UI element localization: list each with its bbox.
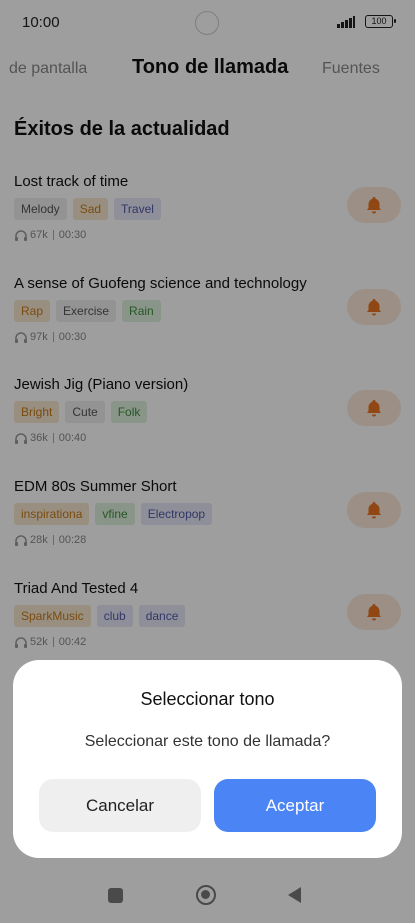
dialog-message: Seleccionar este tono de llamada? [84, 733, 331, 750]
confirm-dialog: Seleccionar tono Seleccionar este tono d… [13, 660, 402, 858]
home-icon[interactable] [196, 885, 216, 905]
cancel-button[interactable]: Cancelar [39, 779, 201, 832]
dialog-title: Seleccionar tono [140, 689, 275, 709]
back-icon[interactable] [288, 887, 301, 903]
system-nav-bar [0, 870, 415, 920]
recents-icon[interactable] [108, 888, 123, 903]
accept-button[interactable]: Aceptar [214, 779, 376, 832]
